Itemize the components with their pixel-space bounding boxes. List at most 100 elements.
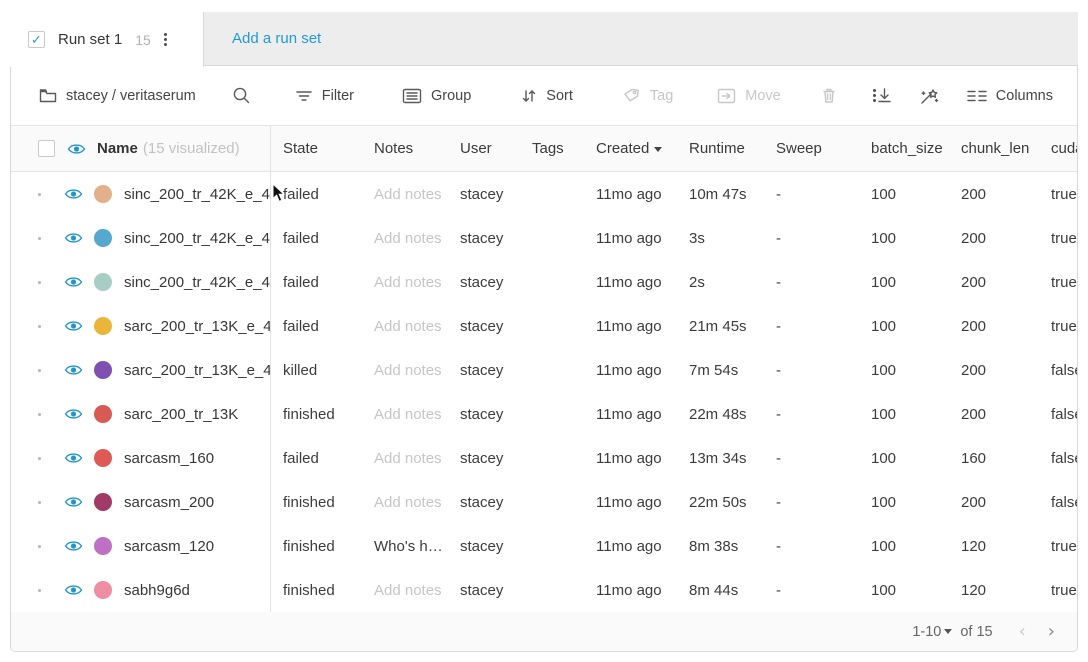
add-run-set-link[interactable]: Add a run set xyxy=(232,30,321,47)
col-header-name[interactable]: Name xyxy=(97,140,138,157)
run-batch-size: 100 xyxy=(859,230,949,247)
move-button[interactable]: Move xyxy=(717,88,780,104)
export-button[interactable] xyxy=(876,87,893,104)
run-runtime: 22m 50s xyxy=(677,494,764,511)
visibility-eye-icon[interactable] xyxy=(64,451,83,465)
sort-button[interactable]: Sort xyxy=(521,88,573,104)
table-row[interactable]: sabh9g6d finished Add notes stacey 11mo … xyxy=(11,568,1077,612)
run-notes[interactable]: Add notes xyxy=(362,362,448,379)
run-user: stacey xyxy=(448,538,520,555)
col-header-state[interactable]: State xyxy=(271,140,362,157)
col-header-chunk-len[interactable]: chunk_len xyxy=(949,140,1039,157)
run-set-tab-bar: ✓ Run set 1 15 Add a run set xyxy=(10,12,1078,66)
drag-handle[interactable] xyxy=(38,501,41,504)
visibility-eye-icon[interactable] xyxy=(64,319,83,333)
visibility-eye-icon[interactable] xyxy=(64,275,83,289)
run-user: stacey xyxy=(448,318,520,335)
prev-page-button[interactable]: ‹ xyxy=(1019,623,1026,641)
drag-handle[interactable] xyxy=(38,413,41,416)
run-name-link[interactable]: sinc_200_tr_42K_e_4 xyxy=(124,230,270,247)
drag-handle[interactable] xyxy=(38,237,41,240)
tag-button[interactable]: Tag xyxy=(623,88,673,104)
drag-handle[interactable] xyxy=(38,325,41,328)
filter-button[interactable]: Filter xyxy=(295,88,354,104)
table-row[interactable]: sarcasm_200 finished Add notes stacey 11… xyxy=(11,480,1077,524)
run-set-checkbox[interactable]: ✓ xyxy=(28,31,45,48)
run-runtime: 13m 34s xyxy=(677,450,764,467)
table-row[interactable]: sinc_200_tr_42K_e_4 failed Add notes sta… xyxy=(11,172,1077,216)
run-name-link[interactable]: sarcasm_200 xyxy=(124,494,214,511)
visibility-eye-icon[interactable] xyxy=(64,539,83,553)
run-notes[interactable]: Add notes xyxy=(362,274,448,291)
run-notes[interactable]: Add notes xyxy=(362,582,448,599)
run-notes[interactable]: Add notes xyxy=(362,186,448,203)
col-header-sweep[interactable]: Sweep xyxy=(764,140,859,157)
run-name-link[interactable]: sarc_200_tr_13K_e_4 xyxy=(124,362,271,379)
run-created: 11mo ago xyxy=(584,318,677,335)
next-page-button[interactable]: › xyxy=(1048,623,1055,641)
run-cuda: true xyxy=(1039,230,1077,247)
col-header-batch-size[interactable]: batch_size xyxy=(859,140,949,157)
run-cuda: true xyxy=(1039,186,1077,203)
run-name-link[interactable]: sarcasm_160 xyxy=(124,450,214,467)
run-set-menu-icon[interactable] xyxy=(164,33,167,46)
columns-button[interactable]: Columns xyxy=(967,88,1053,104)
drag-handle[interactable] xyxy=(38,193,41,196)
run-name-link[interactable]: sinc_200_tr_42K_e_4 xyxy=(124,186,270,203)
run-name-link[interactable]: sarcasm_120 xyxy=(124,538,214,555)
run-name-link[interactable]: sarc_200_tr_13K xyxy=(124,406,238,423)
col-header-tags[interactable]: Tags xyxy=(520,140,584,157)
run-sweep: - xyxy=(764,406,859,423)
drag-handle[interactable] xyxy=(38,457,41,460)
table-row[interactable]: sarcasm_120 finished Who's h… stacey 11m… xyxy=(11,524,1077,568)
magic-wand-button[interactable] xyxy=(919,86,941,106)
run-notes[interactable]: Add notes xyxy=(362,230,448,247)
run-state: finished xyxy=(271,582,362,599)
run-color-dot xyxy=(94,537,112,555)
run-name-link[interactable]: sarc_200_tr_13K_e_4 xyxy=(124,318,271,335)
search-button[interactable] xyxy=(232,86,251,105)
col-header-runtime[interactable]: Runtime xyxy=(677,140,764,157)
run-name-link[interactable]: sinc_200_tr_42K_e_4 xyxy=(124,274,270,291)
header-eye-icon[interactable] xyxy=(67,142,86,156)
run-notes[interactable]: Add notes xyxy=(362,318,448,335)
run-runtime: 3s xyxy=(677,230,764,247)
page-range-dropdown[interactable]: 1-10 xyxy=(912,624,954,640)
run-sweep: - xyxy=(764,274,859,291)
drag-handle[interactable] xyxy=(38,589,41,592)
drag-handle[interactable] xyxy=(38,545,41,548)
col-header-cuda[interactable]: cuda xyxy=(1039,140,1077,157)
run-notes[interactable]: Add notes xyxy=(362,406,448,423)
group-button[interactable]: Group xyxy=(402,88,471,104)
tab-run-set-1[interactable]: ✓ Run set 1 15 xyxy=(10,12,204,67)
run-name-link[interactable]: sabh9g6d xyxy=(124,582,190,599)
run-user: stacey xyxy=(448,582,520,599)
run-notes[interactable]: Add notes xyxy=(362,450,448,467)
magic-wand-icon xyxy=(919,86,941,106)
col-header-user[interactable]: User xyxy=(448,140,520,157)
run-state: failed xyxy=(271,450,362,467)
run-chunk-len: 200 xyxy=(949,186,1039,203)
col-header-notes[interactable]: Notes xyxy=(362,140,448,157)
delete-button[interactable] xyxy=(821,87,837,104)
run-notes[interactable]: Add notes xyxy=(362,494,448,511)
col-header-created[interactable]: Created xyxy=(584,140,677,157)
visibility-eye-icon[interactable] xyxy=(64,187,83,201)
table-row[interactable]: sinc_200_tr_42K_e_4 failed Add notes sta… xyxy=(11,216,1077,260)
visibility-eye-icon[interactable] xyxy=(64,363,83,377)
visibility-eye-icon[interactable] xyxy=(64,407,83,421)
table-row[interactable]: sarcasm_160 failed Add notes stacey 11mo… xyxy=(11,436,1077,480)
drag-handle[interactable] xyxy=(38,369,41,372)
visibility-eye-icon[interactable] xyxy=(64,495,83,509)
group-icon xyxy=(402,88,422,104)
visibility-eye-icon[interactable] xyxy=(64,231,83,245)
table-row[interactable]: sarc_200_tr_13K_e_4 killed Add notes sta… xyxy=(11,348,1077,392)
select-all-checkbox[interactable]: ✓ xyxy=(38,140,55,157)
table-row[interactable]: sarc_200_tr_13K finished Add notes stace… xyxy=(11,392,1077,436)
run-notes[interactable]: Who's h… xyxy=(362,538,448,555)
visibility-eye-icon[interactable] xyxy=(64,583,83,597)
project-selector[interactable]: stacey / veritaserum xyxy=(39,88,196,104)
drag-handle[interactable] xyxy=(38,281,41,284)
table-row[interactable]: sinc_200_tr_42K_e_4 failed Add notes sta… xyxy=(11,260,1077,304)
table-row[interactable]: sarc_200_tr_13K_e_4 failed Add notes sta… xyxy=(11,304,1077,348)
